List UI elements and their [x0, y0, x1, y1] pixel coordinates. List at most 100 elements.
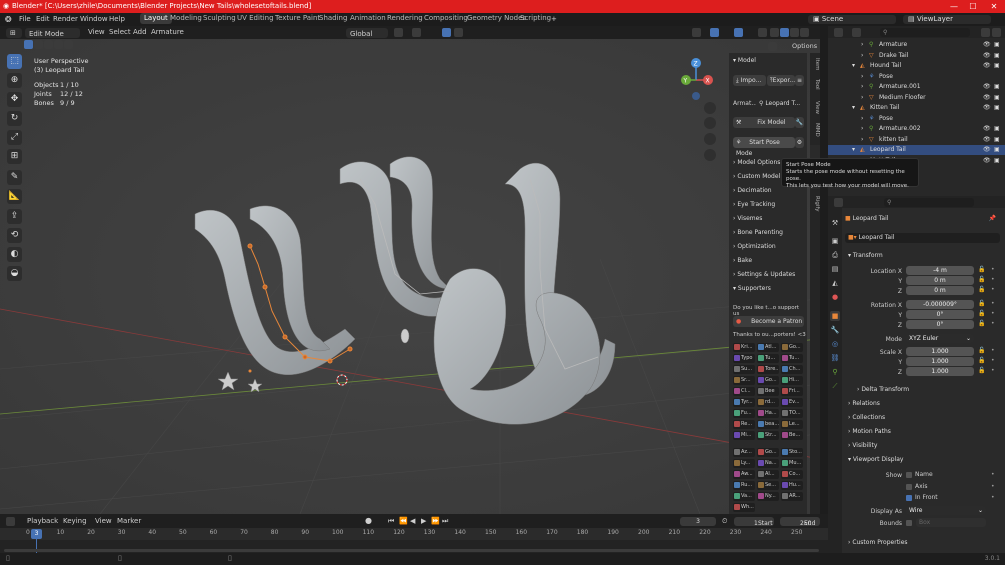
keyframe-dot-icon[interactable]: • [991, 483, 995, 490]
visibility-button[interactable] [692, 28, 701, 37]
lock-icon[interactable]: 🔓 [978, 276, 985, 283]
visibility-eye-icon[interactable]: 👁 [983, 156, 991, 166]
render-camera-icon[interactable]: ▣ [994, 103, 1000, 113]
bounds-checkbox[interactable] [906, 520, 912, 526]
supporter-entry[interactable]: Sr... [733, 376, 755, 385]
show-in-front-checkbox[interactable] [906, 495, 912, 501]
keyframe-dot-icon[interactable]: • [991, 471, 995, 478]
visibility-eye-icon[interactable]: 👁 [983, 61, 991, 71]
supporter-entry[interactable]: Hu... [781, 481, 803, 490]
expand-chevron-icon[interactable]: › [861, 135, 863, 145]
supporter-entry[interactable]: bea... [757, 420, 779, 429]
render-props-icon[interactable]: ▣ [830, 236, 840, 246]
section-optimization[interactable]: › Optimization [733, 241, 805, 252]
show-name-checkbox[interactable] [906, 472, 912, 478]
tab-tool[interactable]: Tool [810, 79, 820, 90]
tab-rigify[interactable]: Rigify [810, 196, 820, 211]
lock-icon[interactable]: 🔓 [978, 320, 985, 327]
model-menu-icon[interactable]: ≡ [795, 75, 804, 86]
outliner-search-field[interactable]: ⚲ [880, 28, 970, 37]
display-as-dropdown[interactable]: Wire ⌄ [906, 506, 986, 515]
current-frame-field[interactable]: 3 [680, 517, 716, 526]
supporter-entry[interactable]: Mu... [781, 459, 803, 468]
supporter-entry[interactable]: Al... [757, 470, 779, 479]
supporter-entry[interactable]: Ly... [733, 459, 755, 468]
view-layer-props-icon[interactable]: ▤ [830, 264, 840, 274]
preview-range-icon[interactable]: ⏲ [722, 514, 727, 528]
supporter-entry[interactable]: AR... [781, 492, 803, 501]
supporter-entry[interactable]: Fu... [733, 409, 755, 418]
move-tool-icon[interactable]: ✥ [7, 92, 22, 107]
rotation-z-field[interactable]: 0° [906, 320, 974, 329]
scene-selector[interactable]: ▣ Scene [808, 15, 896, 24]
record-button[interactable]: ● [365, 514, 372, 528]
prev-keyframe-icon[interactable]: ⏪ [399, 514, 408, 528]
supporter-entry[interactable]: Va... [733, 492, 755, 501]
jump-end-icon[interactable]: ⏭ [442, 514, 448, 528]
section-delta-transform[interactable]: › Delta Transform [857, 384, 909, 395]
supporter-entry[interactable]: Ch... [781, 365, 803, 374]
supporter-entry[interactable]: TO... [781, 409, 803, 418]
keyframe-dot-icon[interactable]: • [991, 300, 995, 307]
section-bake[interactable]: › Bake [733, 255, 805, 266]
jump-start-icon[interactable]: ⏮ [388, 514, 394, 528]
import-button[interactable]: ⤓ Impo... [733, 75, 766, 86]
location-x-field[interactable]: -4 m [906, 266, 974, 275]
render-camera-icon[interactable]: ▣ [994, 156, 1000, 166]
select-subtract-icon[interactable] [44, 40, 53, 49]
rotate-tool-icon[interactable]: ↻ [7, 111, 22, 126]
render-camera-icon[interactable]: ▣ [994, 135, 1000, 145]
supporter-entry[interactable]: Ev... [781, 398, 803, 407]
object-data-field[interactable]: ■▾ Leopard Tail [845, 233, 1000, 243]
supporter-entry[interactable]: Ha... [757, 409, 779, 418]
falloff-button[interactable] [454, 28, 463, 37]
menu-view[interactable]: View [88, 26, 105, 39]
blender-menu-icon[interactable]: ❂ [5, 13, 12, 26]
outliner-filter-icon[interactable] [981, 28, 990, 37]
render-camera-icon[interactable]: ▣ [994, 93, 1000, 103]
lock-icon[interactable]: 🔓 [978, 286, 985, 293]
supporter-entry[interactable]: Na... [757, 459, 779, 468]
bone-props-icon[interactable]: ⟋ [830, 381, 840, 391]
gizmo-toggle-button[interactable] [710, 28, 719, 37]
render-camera-icon[interactable]: ▣ [994, 51, 1000, 61]
annotate-tool-icon[interactable]: ✎ [7, 170, 22, 185]
lock-icon[interactable]: 🔓 [978, 266, 985, 273]
select-new-icon[interactable] [24, 40, 33, 49]
end-frame-field[interactable]: End 250 [780, 517, 820, 527]
snap-button[interactable] [412, 28, 421, 37]
menu-marker[interactable]: Marker [117, 514, 141, 528]
tab-item[interactable]: Item [810, 58, 820, 71]
physics-props-icon[interactable]: ◎ [830, 339, 840, 349]
keyframe-dot-icon[interactable]: • [991, 494, 995, 501]
supporter-entry[interactable]: Co... [781, 470, 803, 479]
supporter-entry[interactable]: Typo [733, 354, 755, 363]
keyframe-dot-icon[interactable]: • [991, 320, 995, 327]
playhead[interactable]: 3 [31, 529, 42, 539]
supporter-entry[interactable]: Ny... [757, 492, 779, 501]
3d-viewport[interactable]: X Y Z User Perspective (3) Leopard Tail … [0, 39, 820, 514]
new-collection-icon[interactable] [992, 28, 1001, 37]
expand-chevron-icon[interactable]: › [861, 114, 863, 124]
rotation-y-field[interactable]: 0° [906, 310, 974, 319]
section-visibility[interactable]: › Visibility [848, 440, 877, 451]
options-icon[interactable] [768, 42, 777, 51]
export-button[interactable]: ⤒Expor... [767, 75, 795, 86]
supporter-entry[interactable]: Bee [757, 387, 779, 396]
show-axis-checkbox[interactable] [906, 483, 912, 490]
scene-props-icon[interactable]: ◭ [830, 278, 840, 288]
editor-type-dropdown[interactable]: ⊞ [6, 28, 22, 38]
custom-properties-header[interactable]: › Custom Properties [848, 537, 908, 548]
supporter-entry[interactable]: Sto... [781, 448, 803, 457]
menu-armature[interactable]: Armature [151, 26, 184, 39]
visibility-eye-icon[interactable]: 👁 [983, 145, 991, 155]
transform-orientation-dropdown[interactable]: Global [346, 28, 388, 38]
viewport-display-header[interactable]: ▾ Viewport Display [848, 454, 903, 465]
render-camera-icon[interactable]: ▣ [994, 145, 1000, 155]
visibility-eye-icon[interactable]: 👁 [983, 135, 991, 145]
select-box-tool-icon[interactable]: ⬚ [7, 54, 22, 69]
keyframe-dot-icon[interactable]: • [991, 347, 995, 354]
tool-props-icon[interactable]: ⚒ [830, 218, 840, 228]
visibility-eye-icon[interactable]: 👁 [983, 51, 991, 61]
visibility-eye-icon[interactable]: 👁 [983, 82, 991, 92]
